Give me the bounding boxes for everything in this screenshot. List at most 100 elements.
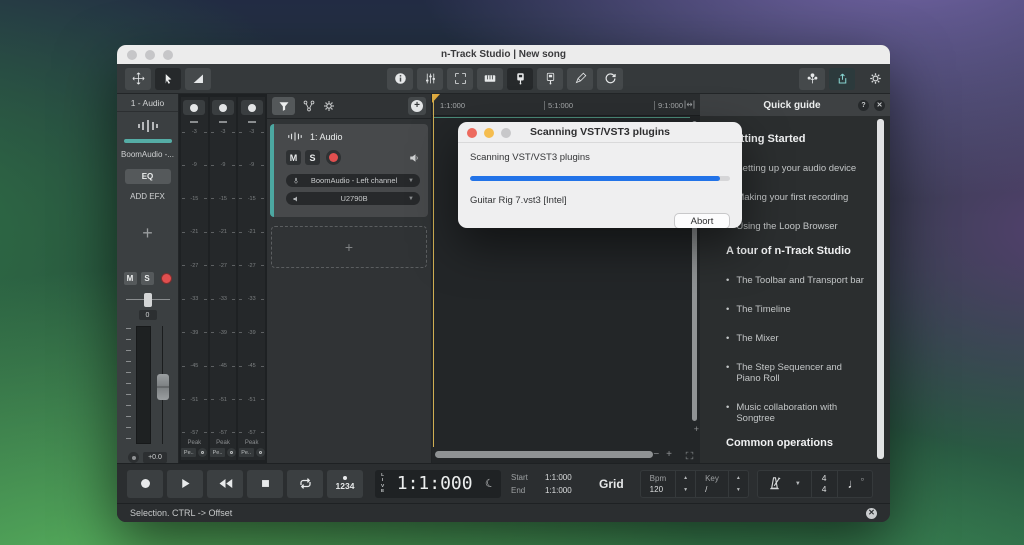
abort-button[interactable]: Abort (674, 213, 730, 228)
pan-slider[interactable] (125, 293, 170, 307)
select-tool-button[interactable] (155, 67, 181, 90)
minimize-window-button[interactable] (145, 49, 155, 60)
volume-fader[interactable] (156, 326, 170, 444)
strip-settings-button[interactable] (227, 448, 236, 457)
output-device-dropdown[interactable]: U2790B ▼ (286, 192, 420, 205)
guide-link[interactable]: • The Mixer (726, 333, 864, 344)
metronome-button[interactable] (766, 475, 783, 492)
mixer-view-button[interactable] (417, 67, 443, 90)
window-titlebar[interactable]: n-Track Studio | New song (117, 45, 890, 64)
pan-handle[interactable] (143, 293, 152, 307)
meter-scale-row: -51 (210, 397, 236, 403)
speaker-icon (293, 196, 297, 201)
dialog-minimize-button[interactable] (484, 127, 494, 138)
metronome-options-chevron[interactable]: ▼ (795, 481, 801, 487)
loop-region-icon[interactable] (683, 98, 696, 111)
share-button[interactable] (829, 67, 855, 90)
vertical-zoom-in[interactable]: + (694, 424, 699, 434)
zoom-window-button[interactable] (163, 49, 173, 60)
strip-channel-dropdown[interactable]: Pe.. (238, 448, 254, 457)
add-track-button[interactable]: + (408, 97, 426, 115)
dialog-close-button[interactable] (467, 127, 477, 138)
guide-link[interactable]: • The Step Sequencer and Piano Roll (726, 362, 864, 384)
strip-record-button[interactable] (240, 100, 263, 115)
guide-link[interactable]: •Setting up your audio device (726, 163, 864, 174)
eq-button[interactable]: EQ (124, 169, 171, 184)
zoom-out-button[interactable]: − (653, 450, 659, 460)
time-display[interactable]: L I V E 1:1:000 ☾ (375, 469, 501, 498)
track-1-header[interactable]: 1: Audio M S BoomAudio - Left channel ▼ (270, 124, 428, 217)
bpm-up-button[interactable]: ▲ (683, 475, 688, 481)
note-value-button[interactable]: ♩ ○ (848, 476, 865, 491)
track-solo-button[interactable]: S (305, 150, 320, 165)
input-device-dropdown[interactable]: BoomAudio - Left channel ▼ (286, 174, 420, 187)
guide-link[interactable]: • The Toolbar and Transport bar (726, 275, 864, 286)
instrument-button[interactable] (507, 67, 533, 90)
end-value[interactable]: 1:1:000 (545, 484, 581, 497)
bpm-value[interactable]: 120 (650, 485, 666, 494)
move-tool-button[interactable] (125, 67, 151, 90)
expand-view-button[interactable] (447, 67, 473, 90)
status-close-icon[interactable]: ✕ (866, 507, 877, 519)
guide-link[interactable]: •Making your first recording (726, 192, 864, 203)
bpm-down-button[interactable]: ▼ (683, 487, 688, 493)
help-icon[interactable]: ? (858, 99, 869, 111)
close-icon[interactable]: ✕ (874, 99, 885, 111)
songtree-button[interactable] (799, 67, 825, 90)
rewind-button[interactable] (207, 469, 243, 498)
record-button[interactable] (127, 469, 163, 498)
guide-link[interactable]: • The Timeline (726, 304, 864, 315)
strip-channel-dropdown[interactable]: Pe.. (181, 448, 197, 457)
guide-link[interactable]: • Music collaboration with Songtree (726, 402, 864, 424)
stop-button[interactable] (247, 469, 283, 498)
meter-options-button[interactable] (128, 452, 139, 463)
pen-tool-button[interactable] (567, 67, 593, 90)
strip-settings-button[interactable] (255, 448, 265, 457)
track-settings-button[interactable] (323, 100, 335, 112)
fit-view-button[interactable] (685, 451, 694, 460)
input-device-value: BoomAudio - Left channel (310, 176, 398, 185)
meter-scale-row: -21 (182, 229, 207, 235)
loop-button[interactable] (597, 67, 623, 90)
strip-collapse-handle[interactable] (247, 121, 256, 123)
add-effect-button[interactable]: + (121, 204, 175, 262)
settings-gear-icon[interactable] (869, 72, 882, 85)
track-monitor-button[interactable] (408, 152, 420, 164)
instrument-output-button[interactable] (537, 67, 563, 90)
fader-handle[interactable] (156, 374, 169, 400)
key-up-button[interactable]: ▲ (736, 475, 741, 481)
record-arm-button[interactable] (160, 273, 172, 284)
count-in-button[interactable]: 1234 (327, 469, 363, 498)
timeline-ruler[interactable]: 1:1:000 5:1:000 9:1:000 (432, 94, 700, 116)
track-record-arm-button[interactable] (326, 150, 341, 165)
strip-record-button[interactable] (212, 100, 234, 115)
play-button[interactable] (167, 469, 203, 498)
track-mute-button[interactable]: M (286, 150, 301, 165)
key-down-button[interactable]: ▼ (736, 487, 741, 493)
key-value[interactable]: / (705, 485, 719, 494)
mute-button[interactable]: M (123, 272, 137, 285)
guide-link[interactable]: •Using the Loop Browser (726, 221, 864, 232)
zoom-in-button[interactable]: + (666, 450, 672, 460)
fade-tool-button[interactable] (185, 67, 211, 90)
solo-button[interactable]: S (140, 272, 154, 285)
strip-collapse-handle[interactable] (190, 121, 199, 123)
moon-icon[interactable]: ☾ (484, 476, 497, 491)
start-value[interactable]: 1:1:000 (545, 471, 581, 484)
guide-scrollbar[interactable] (877, 119, 884, 459)
grid-toggle[interactable]: Grid (599, 477, 624, 491)
strip-collapse-handle[interactable] (219, 121, 227, 123)
filter-tracks-button[interactable] (272, 97, 295, 115)
piano-roll-button[interactable] (477, 67, 503, 90)
track-routing-button[interactable] (302, 99, 316, 113)
strip-record-button[interactable] (183, 100, 206, 115)
add-track-dropzone[interactable]: + (271, 226, 427, 268)
time-signature[interactable]: 4 4 (810, 470, 838, 497)
info-button[interactable] (387, 67, 413, 90)
dialog-titlebar[interactable]: Scanning VST/VST3 plugins (458, 122, 742, 143)
loop-playback-button[interactable] (287, 469, 323, 498)
close-window-button[interactable] (127, 49, 137, 60)
strip-channel-dropdown[interactable]: Pe.. (210, 448, 225, 457)
strip-settings-button[interactable] (198, 448, 208, 457)
horizontal-scrollbar[interactable] (435, 451, 653, 458)
